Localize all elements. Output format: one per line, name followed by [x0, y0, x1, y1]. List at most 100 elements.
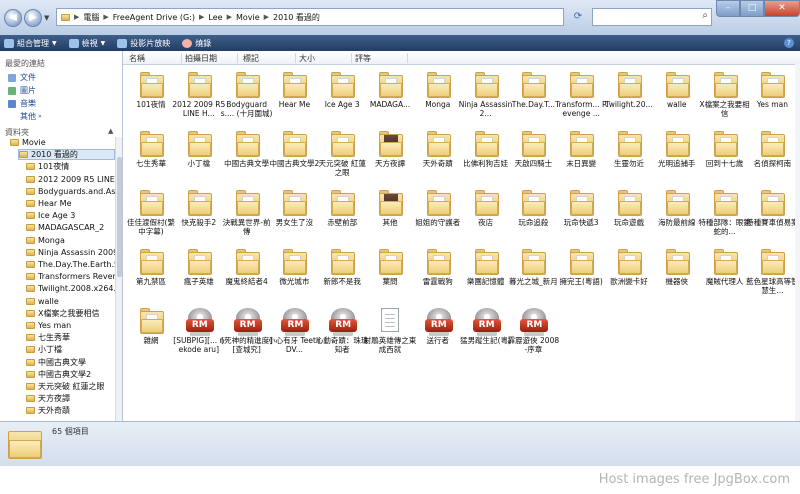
folder-item[interactable]: 玩命追殺 [510, 186, 556, 242]
column-header-2[interactable]: 標記 [243, 53, 259, 64]
content-scrollbar[interactable] [795, 64, 800, 421]
folder-item[interactable]: Bodyguards.... (十月圍城) [221, 68, 272, 124]
tree-item[interactable]: Transformers Reveng [26, 271, 115, 282]
column-header-1[interactable]: 拍攝日期 [185, 53, 217, 64]
folder-item[interactable]: 生靈勿近 [606, 127, 652, 183]
folder-item[interactable]: 特種賽車偵易案 [746, 186, 799, 242]
slideshow-button[interactable]: 投影片放映 [117, 38, 170, 49]
breadcrumb-item[interactable]: 2010 看過的 [273, 12, 320, 23]
folder-item[interactable]: 第九禁區 [128, 245, 174, 301]
folder-item[interactable]: 葉問 [367, 245, 413, 301]
folder-item[interactable]: 101夜情 [128, 68, 174, 124]
tree-item[interactable]: Monga [26, 235, 115, 246]
tree-item[interactable]: Yes man [26, 320, 115, 331]
tree-item[interactable]: 七生秀華 [26, 332, 115, 343]
folder-item[interactable]: Ice Age 3 [319, 68, 365, 124]
folder-item[interactable]: 微光城市 [271, 245, 317, 301]
column-header-4[interactable]: 評等 [355, 53, 371, 64]
folder-item[interactable]: 玩命遊戲 [606, 186, 652, 242]
folder-item[interactable]: 玩命快遞3 [558, 186, 604, 242]
column-divider[interactable] [351, 53, 352, 63]
folder-item[interactable]: 魔鬼終結者4 [224, 245, 270, 301]
tree-item[interactable]: 小丁檔 [26, 344, 115, 355]
folder-item[interactable]: 赤壁前部 [319, 186, 365, 242]
folder-item[interactable]: 決戰異世界-前傳 [223, 186, 270, 242]
favorite-pictures[interactable]: 圖片 [8, 85, 36, 96]
folder-item[interactable]: 海防最前線 [654, 186, 700, 242]
tree-item[interactable]: Ice Age 3 [26, 210, 115, 221]
tree-item[interactable]: Ninja Assassin 2009 R [26, 247, 115, 258]
help-icon[interactable]: ? [784, 38, 794, 48]
folder-item[interactable]: The.Day.T... [510, 68, 556, 124]
document-file-item[interactable]: 射鵰英雄傳之東成西就 [364, 304, 416, 360]
favorite-documents[interactable]: 文件 [8, 72, 36, 83]
breadcrumb-separator-icon[interactable]: ▶ [199, 13, 204, 21]
folder-item[interactable]: 佳佳渡假村(繁中字幕) [127, 186, 175, 242]
folder-item[interactable]: Ninja Assassin 2... [459, 68, 512, 124]
media-file-item[interactable]: RM [SUBPIG][... nekode aru] [173, 304, 224, 360]
tree-item[interactable]: 2012 2009 R5 LINE H [26, 174, 115, 185]
breadcrumb-separator-icon[interactable]: ▶ [103, 13, 108, 21]
media-file-item[interactable]: RM 心動奇蹟：珠珠知者 [316, 304, 368, 360]
minimize-button[interactable]: – [716, 0, 740, 17]
column-divider[interactable] [295, 53, 296, 63]
address-bar[interactable]: ▶ 電腦 ▶ FreeAgent Drive (G:) ▶ Lee ▶ Movie ▶ 2010 … [56, 8, 564, 26]
tree-item[interactable]: Twilight.2008.x264.7 [26, 283, 115, 294]
refresh-icon[interactable]: ⟳ [570, 9, 586, 25]
tree-item-selected[interactable]: 2010 看過的 [18, 149, 115, 161]
close-button[interactable]: ✕ [764, 0, 800, 17]
tree-item[interactable]: 中國古典文學 [26, 357, 115, 368]
folder-item[interactable]: 藍色星球高等智慧生... [746, 245, 799, 301]
folder-item[interactable]: MADAGA... [367, 68, 413, 124]
tree-item[interactable]: Movie [10, 137, 115, 148]
search-input[interactable]: ⌕ [592, 8, 712, 26]
folder-item[interactable]: walle [654, 68, 700, 124]
maximize-button[interactable]: □ [740, 0, 764, 17]
tree-item[interactable]: MADAGASCAR_2 [26, 222, 115, 233]
breadcrumb-separator-icon[interactable]: ▶ [227, 13, 232, 21]
folder-item[interactable]: 天啟四騎士 [510, 127, 556, 183]
folder-item[interactable]: 小丁檔 [176, 127, 222, 183]
folder-item[interactable]: Transform... Revenge ... [555, 68, 607, 124]
favorites-more-link[interactable]: 其他 » [20, 111, 42, 122]
tree-item[interactable]: X檔案之我要相信 [26, 308, 115, 319]
recent-pages-dropdown[interactable]: ▼ [44, 14, 49, 22]
folder-item[interactable]: 歐洲變卡好 [606, 245, 652, 301]
tree-item[interactable]: Hear Me [26, 198, 115, 209]
media-file-item[interactable]: RM [死神的精進度][查城究] [221, 304, 272, 360]
folder-item[interactable]: 名偵探柯南 [749, 127, 795, 183]
folder-item[interactable]: X檔案之我要相信 [700, 68, 750, 124]
views-button[interactable]: 檢視 ▼ [68, 38, 105, 49]
folder-item[interactable]: 夜店 [463, 186, 509, 242]
tree-item[interactable]: 中國古典文學2 [26, 369, 115, 380]
tree-item[interactable]: 天外奇蹟 [26, 405, 115, 416]
folder-item[interactable]: 樂團記憶體 [463, 245, 509, 301]
tree-item[interactable]: Bodyguards.and.Assa [26, 186, 115, 197]
folder-item[interactable]: 其他 [367, 186, 413, 242]
folder-item[interactable]: 比佛利狗吉娃 [463, 127, 509, 183]
nav-scrollbar[interactable] [115, 137, 122, 421]
folder-item[interactable]: 男女生了沒 [271, 186, 317, 242]
folder-item[interactable]: 新郎不是我 [319, 245, 365, 301]
folder-item[interactable]: 末日異變 [558, 127, 604, 183]
breadcrumb-item[interactable]: Lee [208, 13, 222, 22]
tree-item[interactable]: 天方夜譚 [26, 393, 115, 404]
breadcrumb-item[interactable]: 電腦 [83, 12, 99, 23]
folder-item[interactable]: 機器俠 [654, 245, 700, 301]
folder-item[interactable]: 中國古典文學 [224, 127, 270, 183]
folder-item[interactable]: 魔賊代理人 [702, 245, 748, 301]
media-file-item[interactable]: RM 小心有牙 Teeth DV... [268, 304, 321, 360]
folder-item[interactable]: Twilight.20... [605, 68, 653, 124]
burn-button[interactable]: 燒錄 [182, 38, 211, 49]
tree-item[interactable]: 101夜情 [26, 161, 115, 172]
folder-item[interactable]: 雷霆戰狗 [415, 245, 461, 301]
breadcrumb-separator-icon[interactable]: ▶ [74, 13, 79, 21]
media-file-item[interactable]: RM 猛男蹤生記(粵) [460, 304, 511, 360]
column-header-3[interactable]: 大小 [299, 53, 315, 64]
folder-item[interactable]: Yes man [749, 68, 795, 124]
tree-item[interactable]: walle [26, 296, 115, 307]
folder-item[interactable]: 七生秀華 [128, 127, 174, 183]
folder-item[interactable]: 暮光之城_新月 [509, 245, 558, 301]
column-header-0[interactable]: 名稱 [129, 53, 145, 64]
folder-item[interactable]: 天方夜譚 [367, 127, 413, 183]
